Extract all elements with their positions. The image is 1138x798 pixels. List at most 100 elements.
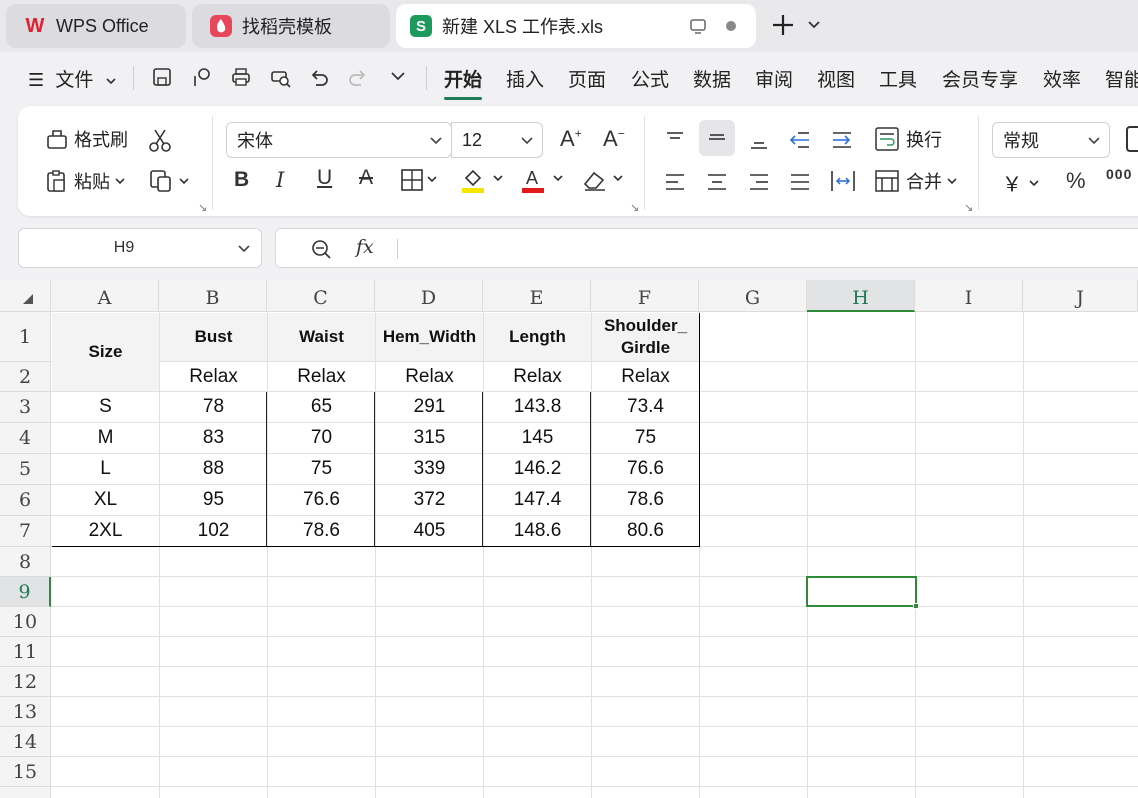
column-header-b[interactable]: B	[159, 280, 267, 312]
row-header[interactable]: 13	[0, 697, 51, 727]
align-middle-icon[interactable]	[699, 120, 735, 156]
fill-handle[interactable]	[913, 603, 919, 609]
table-cell[interactable]: 145	[484, 423, 591, 453]
table-cell[interactable]: 76.6	[268, 485, 375, 515]
align-right-icon[interactable]	[747, 170, 771, 199]
menu-item-formulas[interactable]: 公式	[631, 65, 669, 92]
font-size-combo[interactable]: 12	[451, 122, 543, 158]
row-header[interactable]: 14	[0, 727, 51, 757]
column-header-g[interactable]: G	[699, 280, 807, 312]
group-launcher-icon[interactable]: ↘	[198, 201, 207, 214]
table-subheader[interactable]: Relax	[160, 362, 267, 391]
table-cell[interactable]: 75	[268, 454, 375, 484]
wrap-text-button[interactable]: 换行	[874, 126, 942, 152]
export-icon[interactable]	[190, 66, 214, 90]
table-cell[interactable]: 405	[376, 516, 483, 546]
table-subheader[interactable]: Relax	[592, 362, 699, 391]
table-cell[interactable]: 95	[160, 485, 267, 515]
spreadsheet-grid[interactable]: A B C D E F G H I J 1 2 3 4 5 6 7 8 9 10…	[0, 280, 1138, 798]
table-subheader[interactable]: Relax	[484, 362, 591, 391]
align-bottom-icon[interactable]	[747, 128, 771, 157]
font-color-icon[interactable]: A	[521, 166, 567, 199]
table-header-waist[interactable]: Waist	[268, 313, 375, 361]
menu-item-insert[interactable]: 插入	[506, 65, 544, 92]
zoom-search-icon[interactable]	[310, 238, 332, 265]
strikethrough-icon[interactable]: A	[359, 166, 373, 190]
table-cell[interactable]: 78.6	[592, 485, 699, 515]
table-cell[interactable]: 315	[376, 423, 483, 453]
menu-item-page[interactable]: 页面	[568, 65, 606, 92]
menu-item-home[interactable]: 开始	[444, 65, 483, 100]
number-format-combo[interactable]: 常规	[992, 122, 1110, 158]
bold-icon[interactable]: B	[234, 168, 249, 192]
menu-item-member[interactable]: 会员专享	[942, 65, 1018, 92]
table-header-size[interactable]: Size	[52, 313, 159, 391]
column-header-f[interactable]: F	[591, 280, 699, 312]
table-cell[interactable]: 76.6	[592, 454, 699, 484]
thousands-separator-icon[interactable]: 000	[1106, 166, 1132, 182]
clear-eraser-icon[interactable]	[581, 166, 627, 199]
row-header[interactable]: 1	[0, 312, 51, 362]
column-header-j[interactable]: J	[1023, 280, 1138, 312]
column-header-d[interactable]: D	[375, 280, 483, 312]
row-header[interactable]: 10	[0, 607, 51, 637]
table-cell[interactable]: S	[52, 392, 159, 422]
distributed-align-icon[interactable]	[830, 168, 856, 199]
format-painter-button[interactable]: 格式刷	[44, 126, 128, 152]
menu-item-tools[interactable]: 工具	[879, 65, 917, 92]
table-cell[interactable]: 146.2	[484, 454, 591, 484]
row-header[interactable]: 6	[0, 485, 51, 516]
tab-list-chevron-icon[interactable]	[806, 16, 822, 32]
row-header[interactable]: 5	[0, 454, 51, 485]
column-header-e[interactable]: E	[483, 280, 591, 312]
monitor-icon[interactable]	[688, 16, 710, 36]
function-fx-icon[interactable]: fx	[356, 236, 374, 258]
row-header[interactable]: 12	[0, 667, 51, 697]
merge-cells-button[interactable]: 合并	[874, 168, 958, 194]
tab-wps-office[interactable]: W WPS Office	[6, 4, 186, 48]
table-header-length[interactable]: Length	[484, 313, 591, 361]
name-box[interactable]: H9	[18, 228, 262, 268]
row-header[interactable]: 4	[0, 423, 51, 454]
table-cell[interactable]: 70	[268, 423, 375, 453]
save-icon[interactable]	[150, 66, 174, 90]
row-header[interactable]: 3	[0, 392, 51, 423]
table-cell[interactable]: 83	[160, 423, 267, 453]
group-launcher-icon[interactable]: ↘	[964, 201, 973, 214]
quick-access-more-icon[interactable]	[386, 66, 410, 90]
table-cell[interactable]: 80.6	[592, 516, 699, 546]
group-launcher-icon[interactable]: ↘	[630, 201, 639, 214]
row-header[interactable]: 9	[0, 577, 51, 607]
formula-bar[interactable]: fx	[275, 228, 1138, 268]
selected-cell-h9[interactable]	[806, 576, 917, 607]
tab-docer-templates[interactable]: 找稻壳模板	[192, 4, 390, 48]
table-cell[interactable]: 291	[376, 392, 483, 422]
table-subheader[interactable]: Relax	[268, 362, 375, 391]
table-cell[interactable]: 339	[376, 454, 483, 484]
align-left-icon[interactable]	[663, 170, 687, 199]
select-all-corner[interactable]	[0, 280, 51, 312]
copy-button[interactable]	[148, 168, 190, 194]
percent-icon[interactable]: %	[1066, 168, 1086, 194]
table-cell[interactable]: 2XL	[52, 516, 159, 546]
menu-item-review[interactable]: 审阅	[755, 65, 793, 92]
increase-indent-icon[interactable]	[830, 128, 854, 157]
borders-icon[interactable]	[400, 168, 442, 197]
table-cell[interactable]: 73.4	[592, 392, 699, 422]
paste-button[interactable]: 粘贴	[44, 168, 126, 194]
align-center-icon[interactable]	[705, 170, 729, 199]
table-subheader[interactable]: Relax	[376, 362, 483, 391]
table-cell[interactable]: 78.6	[268, 516, 375, 546]
table-cell[interactable]: 88	[160, 454, 267, 484]
print-preview-icon[interactable]	[268, 66, 292, 90]
column-header-i[interactable]: I	[915, 280, 1023, 312]
row-header[interactable]: 2	[0, 362, 51, 392]
justify-icon[interactable]	[788, 170, 812, 199]
underline-icon[interactable]: U	[317, 166, 332, 190]
table-cell[interactable]: 78	[160, 392, 267, 422]
table-cell[interactable]: L	[52, 454, 159, 484]
align-top-icon[interactable]	[663, 128, 687, 157]
column-header-h[interactable]: H	[807, 280, 915, 312]
new-tab-plus-icon[interactable]	[770, 12, 796, 38]
table-cell[interactable]: 147.4	[484, 485, 591, 515]
